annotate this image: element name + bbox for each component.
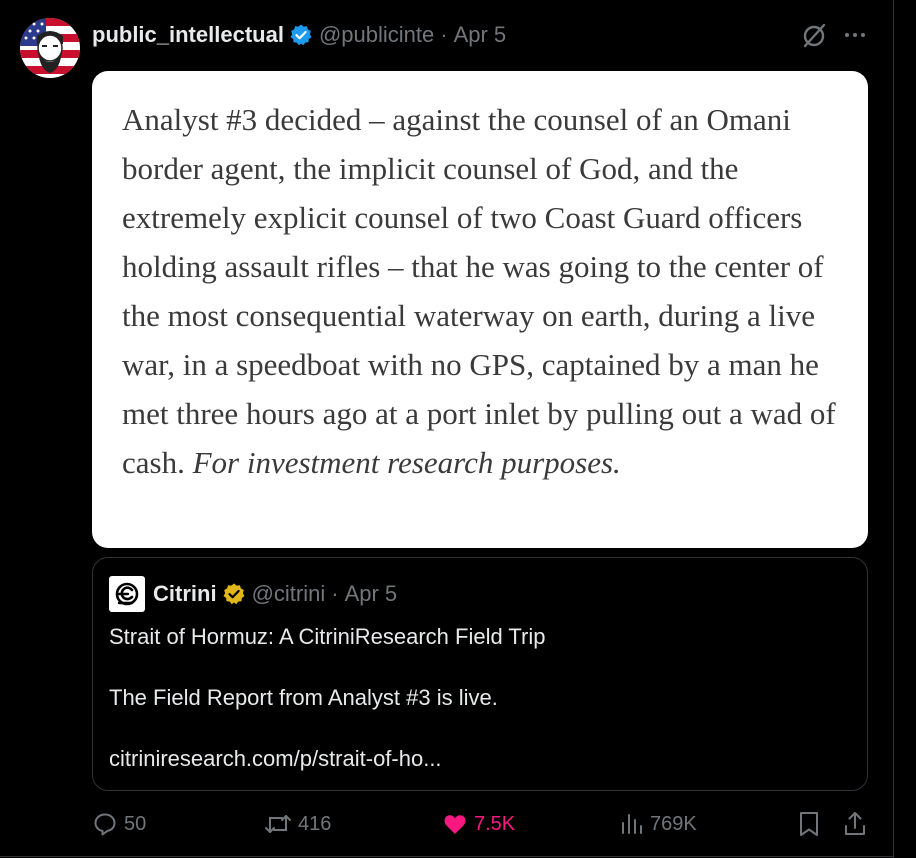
tweet-header: public_intellectual @publicinte · Apr 5	[92, 20, 506, 50]
quoted-tweet-header: Citrini @citrini · Apr 5	[109, 576, 397, 612]
excerpt-text: Analyst #3 decided – against the counsel…	[122, 95, 852, 487]
quoted-tweet-link[interactable]: citriniresearch.com/p/strait-of-ho...	[109, 746, 442, 772]
repost-count: 416	[298, 812, 332, 835]
action-bar: 50 416 7.5K 769K	[0, 806, 894, 842]
tweet-date[interactable]: Apr 5	[454, 22, 507, 48]
quoted-author-name[interactable]: Citrini	[153, 581, 217, 607]
reply-count: 50	[124, 812, 147, 835]
quoted-author-handle[interactable]: @citrini	[252, 581, 326, 607]
quoted-author-avatar[interactable]	[109, 576, 145, 612]
separator-dot: ·	[440, 22, 448, 47]
bookmark-button[interactable]	[796, 806, 828, 842]
author-display-name[interactable]: public_intellectual	[92, 22, 284, 48]
verified-badge-icon[interactable]	[289, 23, 313, 47]
author-handle[interactable]: @publicinte	[319, 22, 434, 48]
separator-dot: ·	[331, 581, 339, 606]
repost-button[interactable]: 416	[264, 806, 331, 842]
quoted-tweet-title: Strait of Hormuz: A CitriniResearch Fiel…	[109, 624, 546, 649]
quoted-tweet-line: The Field Report from Analyst #3 is live…	[109, 685, 498, 710]
reply-icon	[94, 813, 116, 836]
repost-icon	[265, 815, 291, 833]
column-border	[893, 0, 894, 858]
verified-gold-badge-icon[interactable]	[222, 582, 246, 606]
like-button[interactable]: 7.5K	[442, 806, 515, 842]
grok-icon[interactable]	[800, 22, 828, 50]
quoted-tweet[interactable]: Citrini @citrini · Apr 5 Strait of Hormu…	[92, 557, 868, 791]
views-icon	[622, 814, 642, 834]
tweet-divider	[0, 856, 894, 857]
share-button[interactable]	[842, 806, 874, 842]
quoted-tweet-date[interactable]: Apr 5	[345, 581, 398, 607]
views-count: 769K	[650, 812, 697, 835]
excerpt-italic: For investment research purposes.	[192, 445, 621, 480]
share-icon	[845, 812, 865, 835]
more-icon[interactable]	[842, 22, 868, 48]
views-button[interactable]: 769K	[620, 806, 697, 842]
like-count: 7.5K	[474, 812, 516, 835]
bookmark-icon	[800, 812, 818, 836]
heart-icon	[444, 815, 466, 834]
tweet-image[interactable]: Analyst #3 decided – against the counsel…	[92, 71, 868, 548]
author-avatar[interactable]	[20, 18, 80, 78]
excerpt-body: Analyst #3 decided – against the counsel…	[122, 102, 836, 480]
reply-button[interactable]: 50	[92, 806, 146, 842]
